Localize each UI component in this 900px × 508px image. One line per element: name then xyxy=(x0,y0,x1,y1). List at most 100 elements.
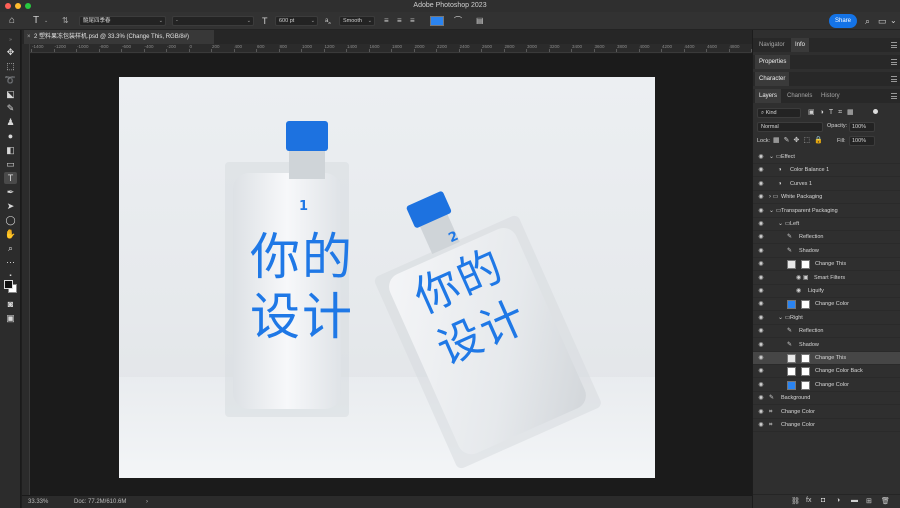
character-menu-icon[interactable] xyxy=(891,76,897,82)
layer-row[interactable]: ◉ ⌄ ▭ Right xyxy=(753,312,900,325)
workspace-icon[interactable]: ▭ xyxy=(878,15,887,27)
visibility-eye-icon[interactable]: ◉ xyxy=(757,181,765,188)
ellipse-tool-icon[interactable]: ◯ xyxy=(4,214,17,226)
layer-row[interactable]: ◉ ⌄ ▭ Left xyxy=(753,218,900,231)
font-style-select[interactable]: - ⌄ xyxy=(172,16,254,26)
layer-row[interactable]: ◉ ✎ Reflection xyxy=(753,325,900,339)
tab-history[interactable]: History xyxy=(817,89,844,103)
visibility-eye-icon[interactable]: ◉ xyxy=(757,208,765,215)
screen-mode-icon[interactable]: ▣ xyxy=(4,312,17,324)
layer-row[interactable]: ◉ ⌗ Change Color xyxy=(753,406,900,419)
search-icon[interactable]: ⌕ xyxy=(865,15,870,27)
fill-input[interactable]: 100% xyxy=(849,136,875,146)
lasso-tool-icon[interactable]: ➰ xyxy=(4,74,17,86)
visibility-eye-icon[interactable]: ◉ xyxy=(757,355,765,362)
brush-tool-icon[interactable]: ✎ xyxy=(4,102,17,114)
font-family-select[interactable]: 髓尾四季春 ⌄ xyxy=(79,16,166,26)
pen-tool-icon[interactable]: ✒ xyxy=(4,186,17,198)
warp-text-icon[interactable]: ⌒ xyxy=(454,15,462,27)
blur-tool-icon[interactable]: ● xyxy=(4,130,17,142)
layer-row[interactable]: ◉ Change Color xyxy=(753,379,900,392)
tab-navigator[interactable]: Navigator xyxy=(755,38,789,52)
layer-row[interactable]: ◉ › ▭ White Packaging xyxy=(753,191,900,205)
text-color-swatch[interactable] xyxy=(430,16,444,26)
adjustment-layer-icon[interactable]: ◑ xyxy=(836,497,840,504)
status-menu-arrow[interactable]: › xyxy=(146,496,148,508)
tab-info[interactable]: Info xyxy=(791,38,810,52)
fx-icon[interactable]: fx xyxy=(806,497,811,504)
tab-character[interactable]: Character xyxy=(755,72,790,86)
layer-filter-select[interactable]: ⌕ Kind xyxy=(757,108,801,118)
type-tool-preset-icon[interactable]: T xyxy=(33,15,39,27)
path-selection-tool-icon[interactable]: ➤ xyxy=(4,200,17,212)
object-selection-tool-icon[interactable]: ⬕ xyxy=(4,88,17,100)
layers-menu-icon[interactable] xyxy=(891,93,897,99)
hand-tool-icon[interactable]: ✋ xyxy=(4,228,17,240)
filter-toggle-icon[interactable] xyxy=(873,109,878,114)
new-group-icon[interactable]: ▬ xyxy=(851,497,858,504)
panel-menu-icon[interactable] xyxy=(891,42,897,48)
more-tools-icon[interactable]: ⋯ xyxy=(4,256,17,268)
workspace-menu-icon[interactable]: ⌄ xyxy=(890,15,897,27)
align-center-icon[interactable]: ≡ xyxy=(397,15,402,27)
home-icon[interactable]: ⌂ xyxy=(9,15,15,27)
layer-row[interactable]: ◉ ◉ ▣ Smart Filters xyxy=(753,272,900,285)
visibility-eye-icon[interactable]: ◉ xyxy=(757,422,765,429)
layer-row[interactable]: ◉ Change Color Back xyxy=(753,365,900,379)
visibility-eye-icon[interactable]: ◉ xyxy=(757,221,765,228)
zoom-tool-icon[interactable]: ⌕ xyxy=(4,242,17,254)
opacity-input[interactable]: 100% xyxy=(849,122,875,132)
tab-channels[interactable]: Channels xyxy=(783,89,816,103)
antialias-select[interactable]: Smooth ⌄ xyxy=(339,16,375,26)
trash-icon[interactable]: 🗑 xyxy=(881,497,890,505)
properties-menu-icon[interactable] xyxy=(891,59,897,65)
layer-row[interactable]: ◉ Change Color xyxy=(753,298,900,312)
visibility-eye-icon[interactable]: ◉ xyxy=(757,409,765,416)
visibility-eye-icon[interactable]: ◉ xyxy=(757,382,765,389)
visibility-eye-icon[interactable]: ◉ xyxy=(757,368,765,375)
visibility-eye-icon[interactable]: ◉ xyxy=(757,288,765,295)
layer-row[interactable]: ◉ ⌗ Change Color xyxy=(753,419,900,432)
layer-row[interactable]: ◉ ✎ Background xyxy=(753,392,900,406)
layer-row[interactable]: ◉ ✎ Shadow xyxy=(753,339,900,352)
visibility-eye-icon[interactable]: ◉ xyxy=(757,395,765,402)
layer-row[interactable]: ◉ ✎ Reflection xyxy=(753,231,900,245)
align-right-icon[interactable]: ≡ xyxy=(410,15,415,27)
stamp-tool-icon[interactable]: ♟ xyxy=(4,116,17,128)
quick-mask-icon[interactable]: ◙ xyxy=(4,298,17,310)
layer-row[interactable]: ◉ ⌄ ▭ Transparent Packaging xyxy=(753,205,900,218)
visibility-eye-icon[interactable]: ◉ xyxy=(757,301,765,308)
layer-filter-icons[interactable]: ▣◑T⌗▦ xyxy=(808,108,859,117)
visibility-eye-icon[interactable]: ◉ xyxy=(757,167,765,174)
type-tool-icon[interactable]: T xyxy=(4,172,17,184)
toolbar-collapse-icon[interactable]: » xyxy=(4,34,17,46)
layer-row[interactable]: ◉ ⌄ ▭ Effect xyxy=(753,151,900,164)
font-size-select[interactable]: 600 pt ⌄ xyxy=(275,16,318,26)
eraser-tool-icon[interactable]: ◧ xyxy=(4,144,17,156)
new-layer-icon[interactable]: ⊞ xyxy=(866,497,872,505)
document-image[interactable]: 1 你的 设计 2 你的 设计 xyxy=(119,77,655,478)
share-button[interactable]: Share xyxy=(829,14,857,28)
visibility-eye-icon[interactable]: ◉ xyxy=(757,248,765,255)
horizontal-ruler[interactable]: -1400 -1200 -1000 -800 -600 -400 -200 0 200 400 60… xyxy=(30,44,752,53)
layer-row[interactable]: ◉ Change This xyxy=(753,258,900,272)
gradient-tool-icon[interactable]: ▭ xyxy=(4,158,17,170)
layer-row[interactable]: ◉ Change This xyxy=(753,352,900,365)
foreground-color-swatch[interactable] xyxy=(4,280,13,289)
vertical-ruler[interactable] xyxy=(22,44,30,495)
move-tool-icon[interactable]: ✥ xyxy=(4,46,17,58)
tab-properties[interactable]: Properties xyxy=(755,55,791,69)
preset-chevron-icon[interactable]: ⌄ xyxy=(44,15,48,27)
tab-layers[interactable]: Layers xyxy=(755,89,782,103)
blend-mode-select[interactable]: Normal xyxy=(757,122,823,132)
visibility-eye-icon[interactable]: ◉ xyxy=(757,275,765,282)
align-left-icon[interactable]: ≡ xyxy=(384,15,389,27)
document-tab[interactable]: × 2 塑料果冻包装样机.psd @ 33.3% (Change This, R… xyxy=(24,30,214,44)
layer-row[interactable]: ◉ ◑ Color Balance 1 xyxy=(753,164,900,178)
close-tab-icon[interactable]: × xyxy=(27,30,31,44)
layer-row[interactable]: ◉ ◑ Curves 1 xyxy=(753,178,900,191)
zoom-level[interactable]: 33.33% xyxy=(28,496,48,508)
link-layers-icon[interactable]: ⛓ xyxy=(791,497,800,505)
visibility-eye-icon[interactable]: ◉ xyxy=(757,342,765,349)
toggle-orientation-icon[interactable]: ⇅ xyxy=(62,15,69,27)
